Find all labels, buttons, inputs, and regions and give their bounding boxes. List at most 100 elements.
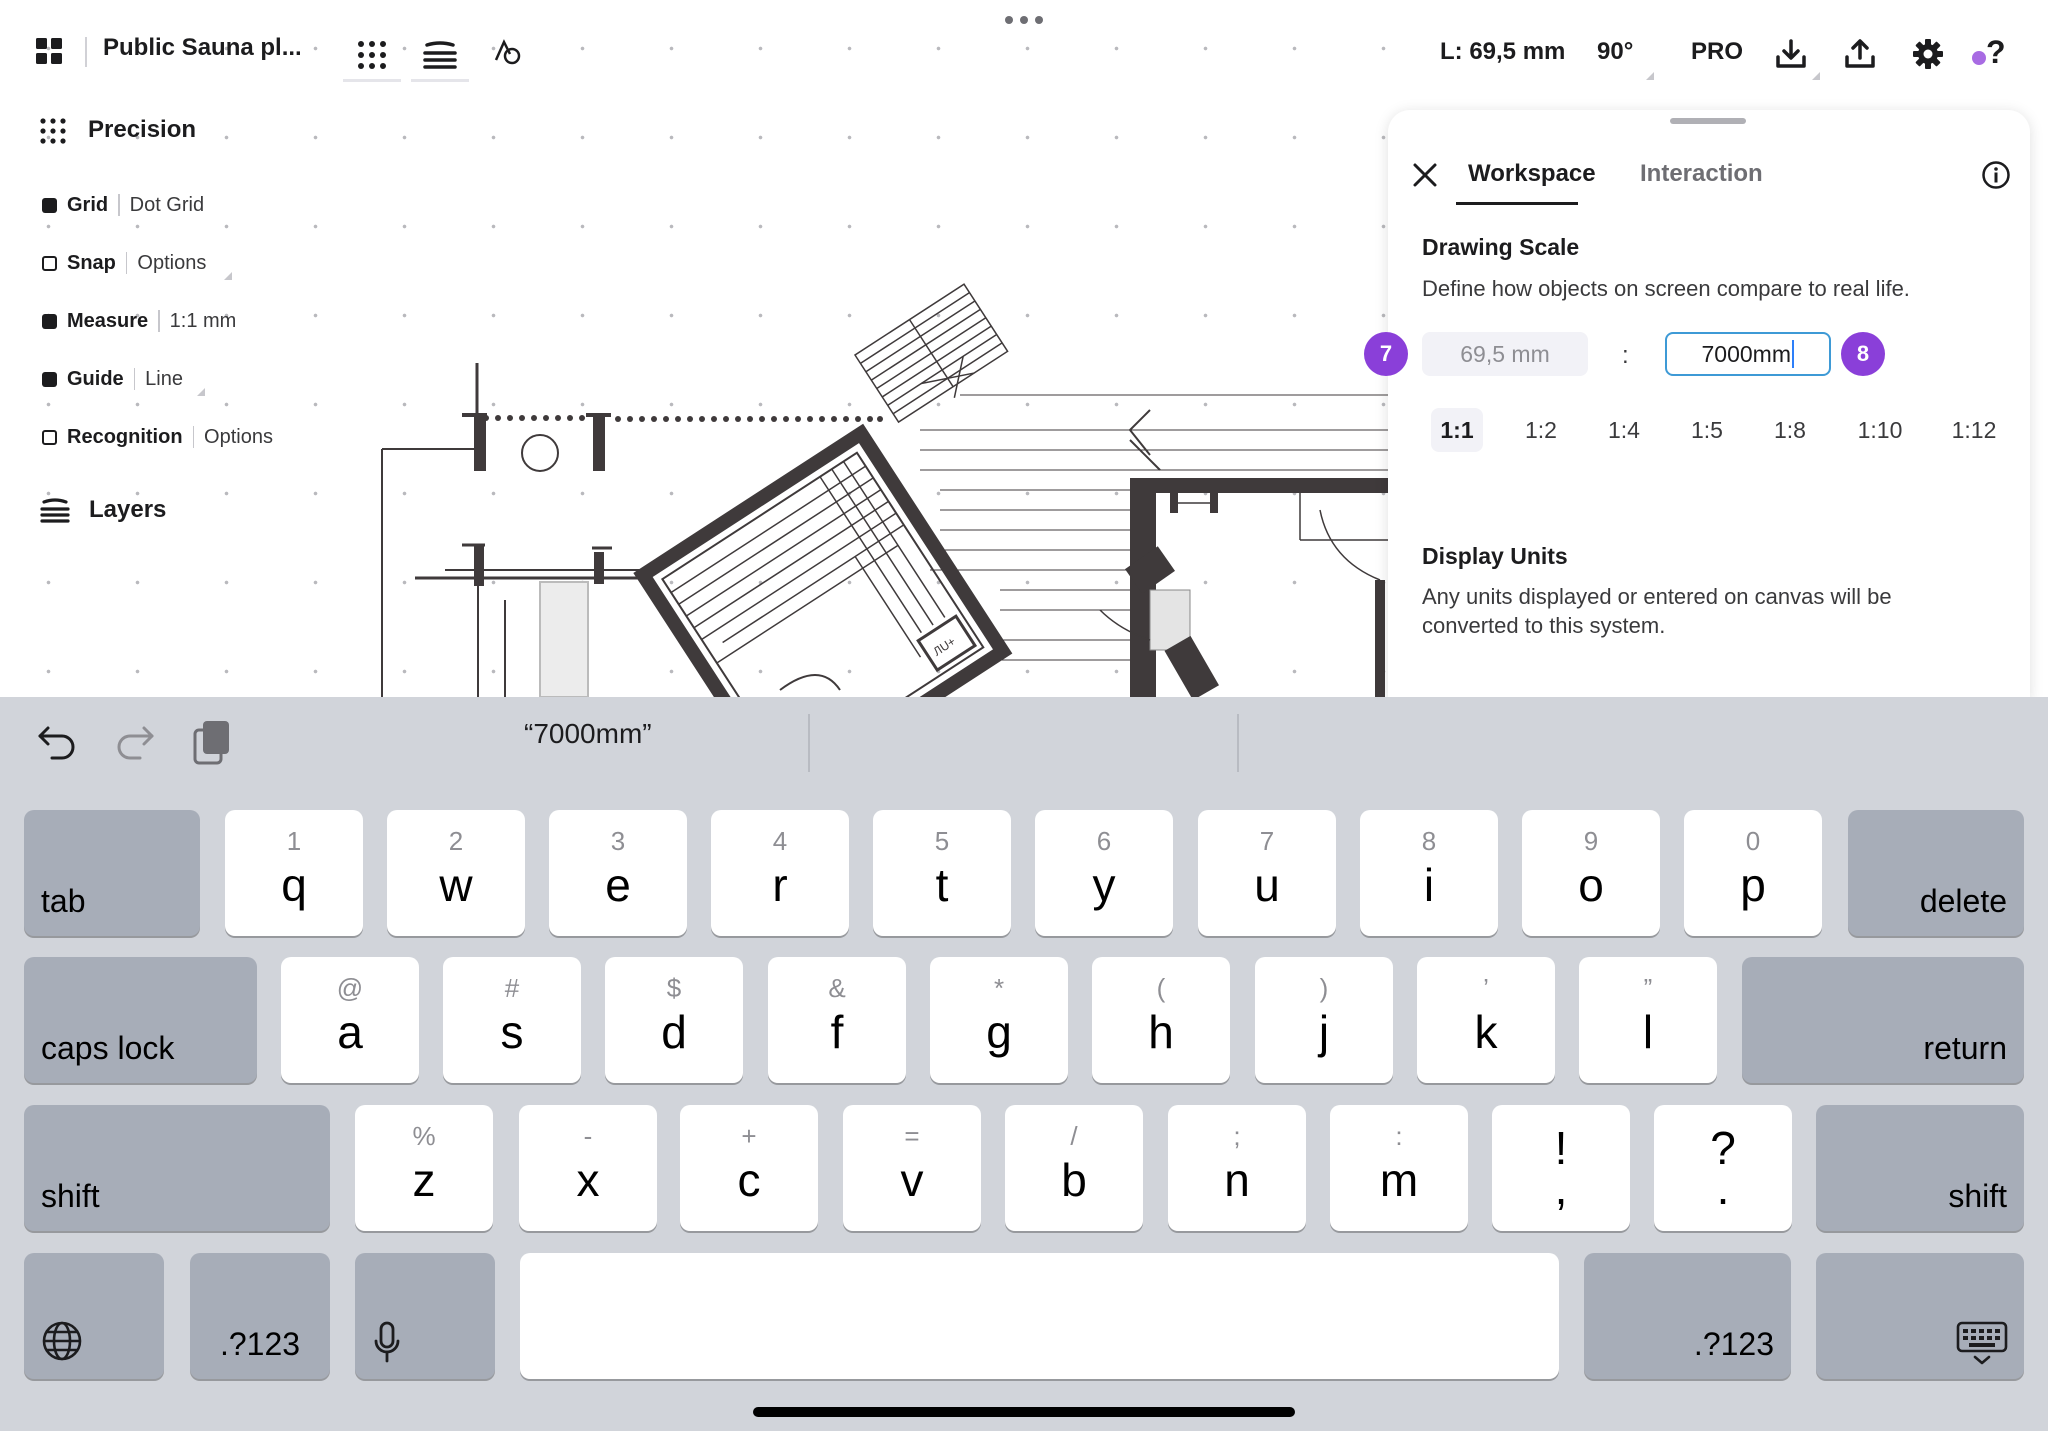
pro-button[interactable]: PRO [1691,38,1743,66]
clipboard-icon [193,721,229,765]
measure-toggle[interactable] [42,313,57,329]
home-indicator[interactable] [753,1407,1295,1417]
key-s[interactable]: # s [443,957,581,1083]
key-u[interactable]: 7u [1198,810,1336,936]
key-period[interactable]: ?. [1654,1105,1792,1231]
key-b[interactable]: / b [1005,1105,1143,1231]
numbers-key-left[interactable]: .?123 [190,1253,330,1379]
key-o[interactable]: 9o [1522,810,1660,936]
guide-toggle[interactable] [42,371,57,387]
key-y[interactable]: 6y [1035,810,1173,936]
screen-length-field[interactable]: 69,5 mm [1422,332,1588,376]
preset-1-5[interactable]: 1:5 [1679,408,1735,452]
delete-key[interactable]: delete [1848,810,2024,936]
tab-interaction[interactable]: Interaction [1640,160,1763,188]
dots-grid-icon [358,40,386,69]
key-j[interactable]: ) j [1255,957,1393,1083]
preset-1-4[interactable]: 1:4 [1596,408,1652,452]
tab-workspace[interactable]: Workspace [1468,160,1596,188]
key-i[interactable]: 8i [1360,810,1498,936]
key-p[interactable]: 0p [1684,810,1822,936]
key-q[interactable]: 1q [225,810,363,936]
key-comma[interactable]: !, [1492,1105,1630,1231]
measure-value[interactable]: 1:1 mm [170,310,237,333]
space-key[interactable] [520,1253,1559,1379]
recognition-toggle[interactable] [42,429,57,445]
grid-setting[interactable]: Grid Dot Grid [42,190,204,220]
grid-value[interactable]: Dot Grid [130,194,204,217]
measure-setting[interactable]: Measure 1:1 mm [42,306,236,336]
autocorrect-suggestion[interactable]: “7000mm” [524,718,652,750]
recognition-setting[interactable]: Recognition Options [42,422,273,452]
key-w[interactable]: 2w [387,810,525,936]
undo-button[interactable] [36,722,82,768]
key-d[interactable]: $ d [605,957,743,1083]
grid-toggle[interactable] [42,197,57,213]
tab-key[interactable]: tab [24,810,200,936]
preset-1-10[interactable]: 1:10 [1845,408,1915,452]
real-length-input[interactable]: 7000mm [1665,332,1831,376]
snap-setting[interactable]: Snap Options [42,248,206,278]
upload-button[interactable] [1840,34,1880,74]
key-f[interactable]: & f [768,957,906,1083]
return-key[interactable]: return [1742,957,2024,1083]
step-badge-8: 8 [1841,332,1885,376]
document-title[interactable]: Public Sauna pl... [103,34,302,62]
key-k[interactable]: ’ k [1417,957,1555,1083]
settings-button[interactable] [1908,34,1948,74]
redo-button[interactable] [114,722,160,768]
precision-header[interactable]: Precision [38,116,288,146]
real-length-value: 7000mm [1701,340,1791,367]
dots-grid-icon [40,118,66,144]
preset-1-12[interactable]: 1:12 [1938,408,2010,452]
layers-header[interactable]: Layers [38,496,238,526]
key-h[interactable]: (h [1092,957,1230,1083]
download-button[interactable] [1771,34,1811,74]
close-button[interactable] [1408,158,1442,192]
key-v[interactable]: = v [843,1105,981,1231]
precision-toggle-button[interactable] [343,30,401,82]
dismiss-keyboard-key[interactable] [1816,1253,2024,1379]
apps-menu-button[interactable] [34,36,64,66]
preset-1-2[interactable]: 1:2 [1513,408,1569,452]
globe-icon [42,1321,82,1361]
divider [192,426,195,448]
layers-toggle-button[interactable] [411,30,469,82]
key-a[interactable]: @ a [281,957,419,1083]
key-x[interactable]: -x [519,1105,657,1231]
shift-right-key[interactable]: shift [1816,1105,2024,1231]
globe-key[interactable] [24,1253,164,1379]
corner-indicator [224,272,232,280]
paste-button[interactable] [192,718,238,770]
panel-drag-handle[interactable] [1670,118,1746,124]
close-icon [1413,163,1437,187]
key-g[interactable]: * g [930,957,1068,1083]
upload-icon [1845,39,1875,68]
preset-1-8[interactable]: 1:8 [1762,408,1818,452]
key-t[interactable]: 5t [873,810,1011,936]
shapes-icon [494,39,521,65]
shapes-button[interactable] [490,34,526,70]
more-handle[interactable] [1000,12,1048,28]
key-m[interactable]: :m [1330,1105,1468,1231]
shift-left-key[interactable]: shift [24,1105,330,1231]
key-n[interactable]: ; n [1168,1105,1306,1231]
key-z[interactable]: % z [355,1105,493,1231]
key-e[interactable]: 3e [549,810,687,936]
help-button[interactable]: ? [1968,34,2012,74]
key-l[interactable]: ” l [1579,957,1717,1083]
info-button[interactable] [1981,160,2011,190]
snap-toggle[interactable] [42,255,57,271]
caps-lock-key[interactable]: caps lock [24,957,257,1083]
key-r[interactable]: 4r [711,810,849,936]
key-c[interactable]: + c [680,1105,818,1231]
dictation-key[interactable] [355,1253,495,1379]
numbers-key-right[interactable]: .?123 [1584,1253,1791,1379]
divider [133,368,136,390]
guide-setting[interactable]: Guide Line [42,364,183,394]
preset-1-1[interactable]: 1:1 [1431,408,1483,452]
guide-value[interactable]: Line [145,368,183,391]
recognition-value[interactable]: Options [204,426,273,449]
snap-value[interactable]: Options [137,252,206,275]
measurement-readout[interactable]: L: 69,5 mm 90° [1426,22,1658,84]
